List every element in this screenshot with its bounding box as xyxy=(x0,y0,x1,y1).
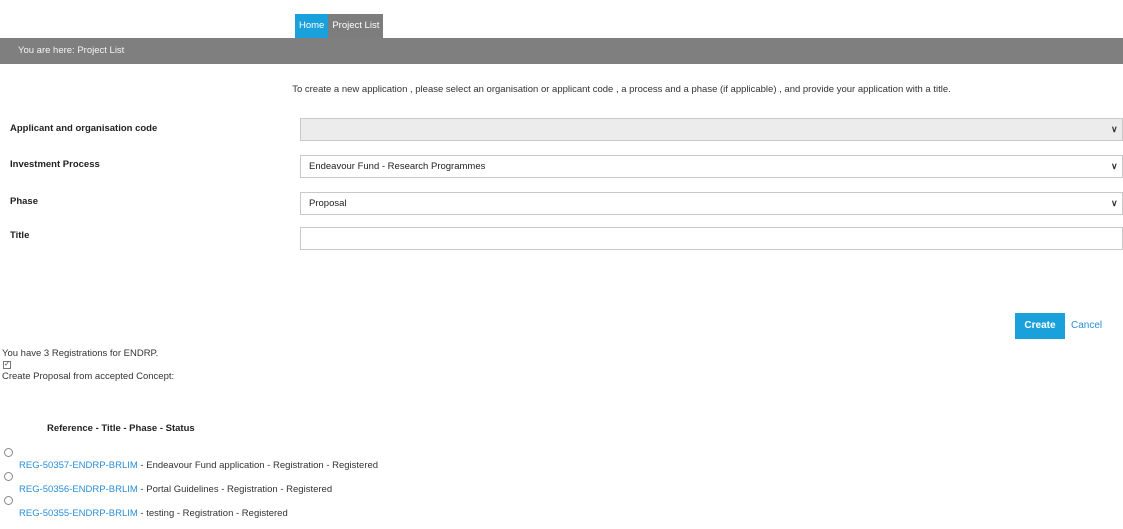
phase-select-value: Proposal xyxy=(309,198,347,209)
registration-details: - testing - Registration - Registered xyxy=(137,508,288,519)
create-button[interactable]: Create xyxy=(1015,313,1065,339)
radio-button[interactable] xyxy=(4,448,13,457)
registrations-list-header: Reference - Title - Phase - Status xyxy=(47,423,195,434)
concept-label: Create Proposal from accepted Concept: xyxy=(2,371,175,382)
intro-text: To create a new application , please sel… xyxy=(292,84,951,95)
registration-link[interactable]: REG-50357-ENDRP-BRLIM xyxy=(19,460,138,471)
process-select[interactable]: Endeavour Fund - Research Programmes ∨ xyxy=(300,155,1123,178)
applicant-select[interactable]: ∨ xyxy=(300,118,1123,141)
registration-link[interactable]: REG-50356-ENDRP-BRLIM xyxy=(19,484,138,495)
chevron-down-icon[interactable]: ∨ xyxy=(1111,193,1121,214)
registrations-count: You have 3 Registrations for ENDRP. xyxy=(2,348,159,359)
applicant-label: Applicant and organisation code xyxy=(10,123,158,134)
tab-home[interactable]: Home xyxy=(295,14,329,38)
radio-button[interactable] xyxy=(4,496,13,505)
process-select-value: Endeavour Fund - Research Programmes xyxy=(309,161,486,172)
breadcrumb: You are here: Project List xyxy=(0,38,1123,64)
cancel-link[interactable]: Cancel xyxy=(1071,320,1102,331)
phase-label: Phase xyxy=(10,196,38,207)
process-label: Investment Process xyxy=(10,159,100,170)
registration-link[interactable]: REG-50355-ENDRP-BRLIM xyxy=(19,508,138,519)
registration-details: - Portal Guidelines - Registration - Reg… xyxy=(137,484,333,495)
list-item: REG-50357-ENDRP-BRLIM - Endeavour Fund a… xyxy=(4,448,378,471)
concept-checkbox[interactable]: ✓ xyxy=(3,361,11,369)
phase-select[interactable]: Proposal ∨ xyxy=(300,192,1123,215)
chevron-down-icon[interactable]: ∨ xyxy=(1111,119,1121,140)
radio-button[interactable] xyxy=(4,472,13,481)
tab-project-list[interactable]: Project List xyxy=(328,14,384,38)
title-label: Title xyxy=(10,230,30,241)
list-item: REG-50356-ENDRP-BRLIM - Portal Guideline… xyxy=(4,472,332,495)
registration-details: - Endeavour Fund application - Registrat… xyxy=(137,460,379,471)
title-input[interactable] xyxy=(300,227,1123,250)
top-nav-tabs: Home Project List xyxy=(295,14,384,38)
chevron-down-icon[interactable]: ∨ xyxy=(1111,156,1121,177)
list-item: REG-50355-ENDRP-BRLIM - testing - Regist… xyxy=(4,496,288,519)
